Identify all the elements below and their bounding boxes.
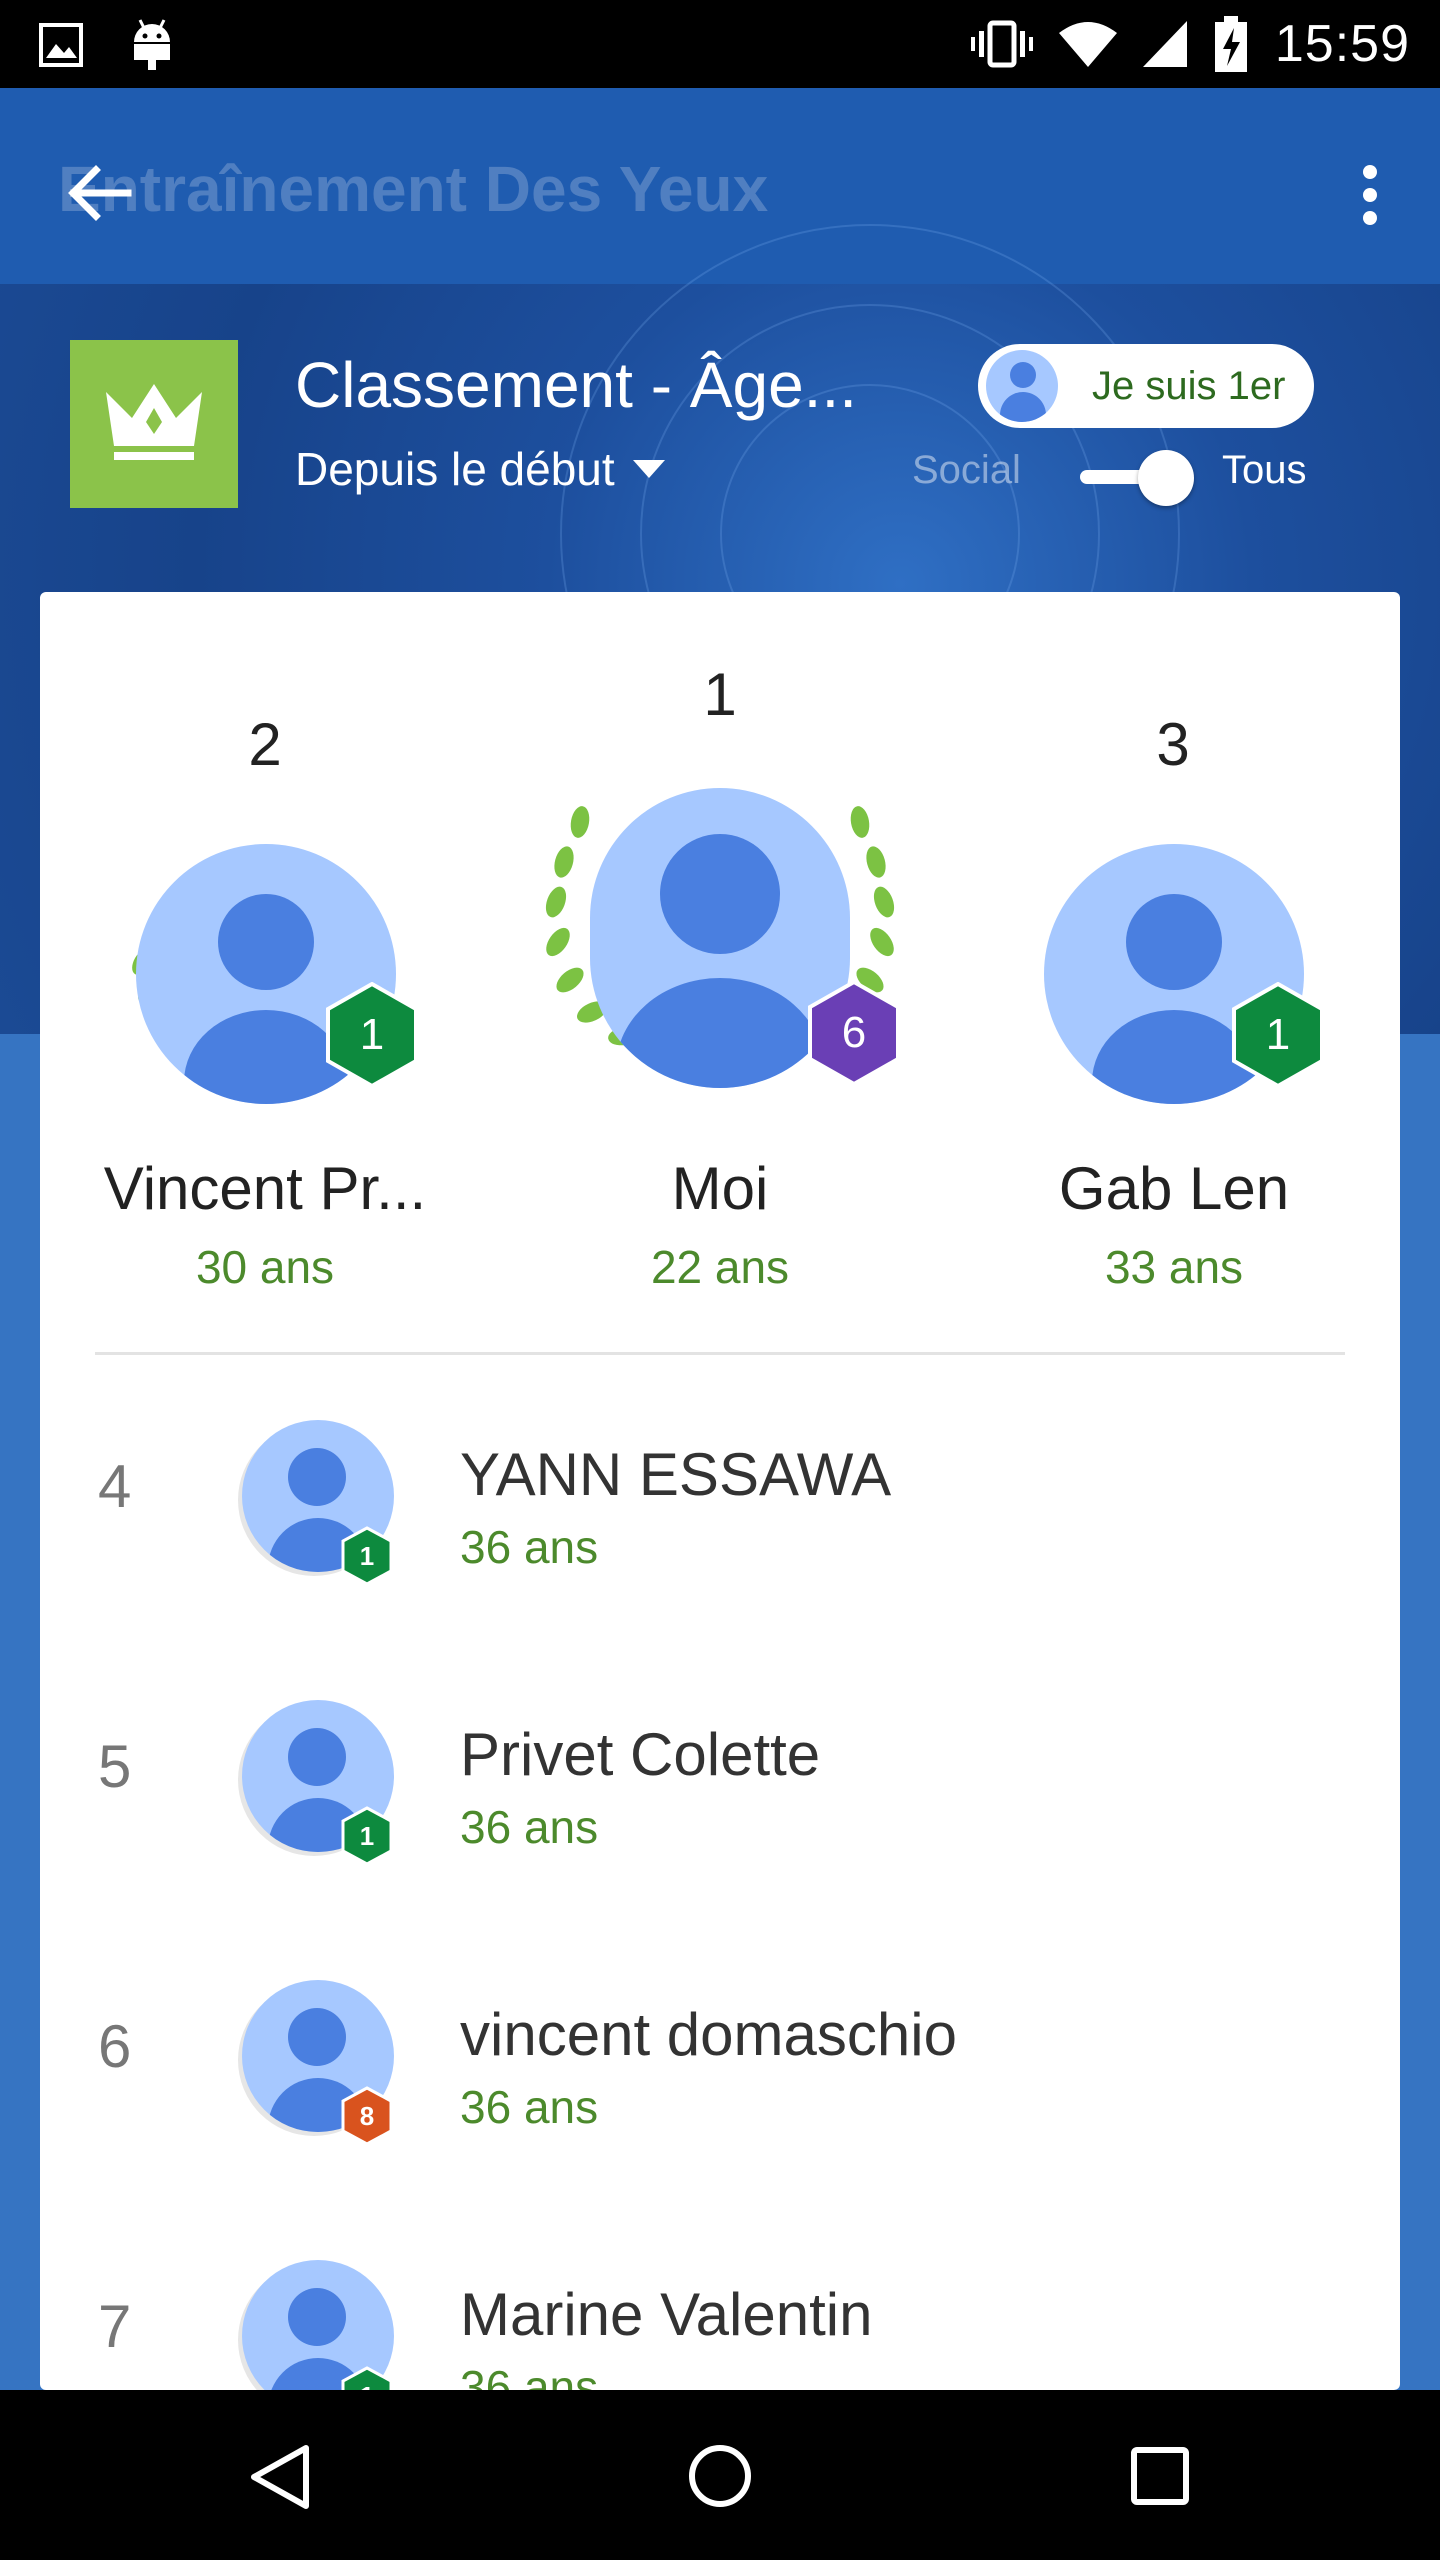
- level-number: 1: [340, 2366, 394, 2390]
- social-all-toggle[interactable]: [1080, 450, 1198, 506]
- wifi-icon: [1058, 22, 1117, 67]
- list-item[interactable]: 7 1 Marine Valentin 36 ans: [40, 2202, 1400, 2390]
- avatar: [986, 350, 1058, 422]
- player-age: 36 ans: [460, 1521, 599, 1573]
- podium-age: 30 ans: [195, 1241, 335, 1293]
- arrow-left-icon[interactable]: [56, 148, 146, 238]
- battery-charging-icon: [1214, 16, 1247, 72]
- level-number: 1: [359, 1010, 385, 1059]
- my-rank-chip[interactable]: Je suis 1er: [978, 344, 1314, 428]
- player-age: 36 ans: [460, 2081, 599, 2133]
- rank-number: 6: [98, 2013, 132, 2080]
- more-vert-icon[interactable]: [1340, 150, 1400, 240]
- image-icon: [39, 23, 83, 67]
- player-name: Privet Colette: [460, 1721, 821, 1788]
- list-item[interactable]: 5 1 Privet Colette 36 ans: [40, 1642, 1400, 1922]
- podium-name: Vincent Pr...: [103, 1155, 427, 1222]
- status-bar: 15:59: [0, 0, 1440, 88]
- player-name: YANN ESSAWA: [460, 1441, 892, 1508]
- my-rank-label: Je suis 1er: [1092, 363, 1286, 408]
- podium-rank: 3: [1156, 711, 1190, 778]
- podium-age: 33 ans: [1104, 1241, 1244, 1293]
- home-circle-icon[interactable]: [686, 2442, 754, 2510]
- period-dropdown[interactable]: Depuis le début: [295, 442, 665, 496]
- leaderboard-card: 2 1 Vincent Pr... 30 ans 1 6 Moi 22 ans …: [40, 592, 1400, 2390]
- level-number: 1: [359, 1821, 375, 1851]
- level-number: 1: [1265, 1010, 1291, 1059]
- player-age: 36 ans: [460, 1801, 599, 1853]
- leaderboard-crown-badge: [70, 340, 238, 508]
- clock: 15:59: [1274, 15, 1410, 73]
- leaderboard-title[interactable]: Classement - Âge...: [295, 348, 857, 422]
- period-label: Depuis le début: [295, 443, 615, 495]
- back-triangle-icon[interactable]: [248, 2442, 312, 2512]
- system-nav-bar: [0, 2390, 1440, 2560]
- player-age: 36 ans: [460, 2361, 599, 2390]
- app-title: Entraînement Des Yeux: [58, 153, 769, 225]
- level-number: 6: [841, 1008, 867, 1057]
- podium-age: 22 ans: [650, 1241, 790, 1293]
- app-bar: Entraînement Des Yeux: [0, 88, 1440, 284]
- vibrate-icon: [970, 20, 1033, 68]
- divider: [95, 1352, 1345, 1355]
- toggle-thumb: [1138, 450, 1194, 506]
- dropdown-arrow-icon: [632, 460, 665, 478]
- toggle-all-label: Tous: [1222, 448, 1307, 492]
- rank-number: 4: [98, 1453, 132, 1520]
- rank-number: 7: [98, 2293, 132, 2360]
- rank-number: 5: [98, 1733, 132, 1800]
- android-icon: [134, 19, 170, 70]
- podium-name: Gab Len: [1058, 1155, 1290, 1222]
- list-item[interactable]: 6 8 vincent domaschio 36 ans: [40, 1922, 1400, 2202]
- toggle-social-label: Social: [912, 448, 1021, 492]
- list-item[interactable]: 4 1 YANN ESSAWA 36 ans: [40, 1362, 1400, 1642]
- podium-rank: 2: [248, 711, 282, 778]
- level-number: 1: [359, 1541, 375, 1571]
- recents-square-icon[interactable]: [1128, 2444, 1192, 2508]
- podium-rank: 1: [703, 661, 737, 728]
- cell-signal-icon: [1142, 21, 1187, 67]
- player-name: vincent domaschio: [460, 2001, 957, 2068]
- player-name: Marine Valentin: [460, 2281, 873, 2348]
- crown-icon: [106, 384, 202, 460]
- podium-name: Moi: [671, 1155, 769, 1222]
- level-number: 8: [359, 2101, 375, 2131]
